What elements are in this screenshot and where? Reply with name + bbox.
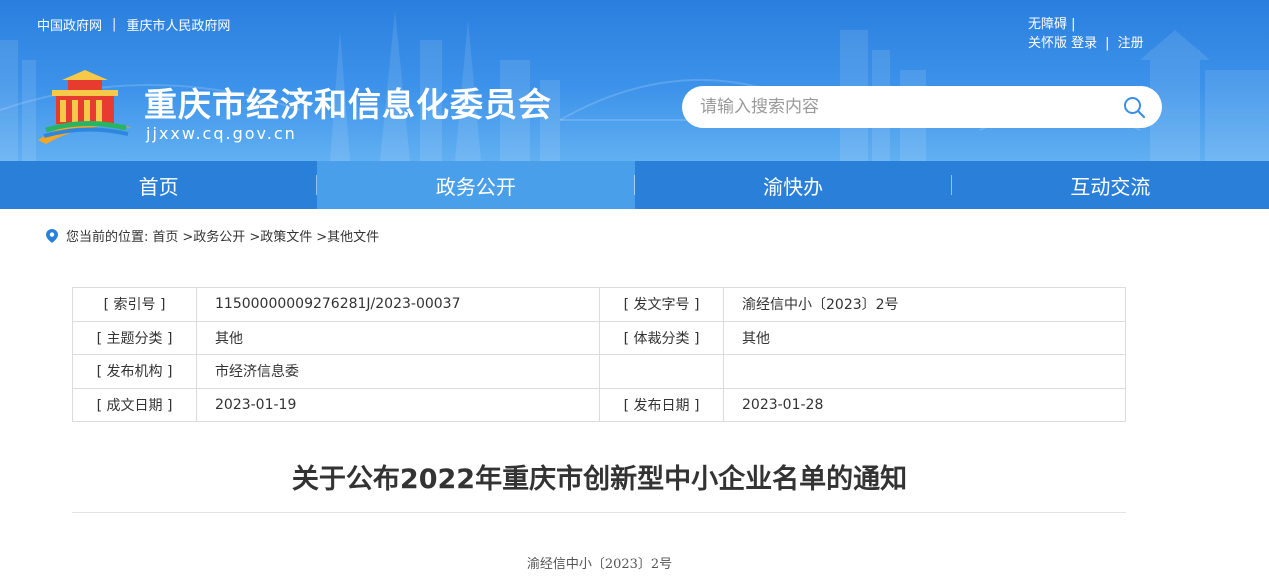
elder-mode-link[interactable]: 关怀版 (1028, 36, 1067, 51)
accessibility-link[interactable]: 无障碍 (1028, 17, 1067, 32)
label-publish-date: [ 发布日期 ] (599, 387, 724, 422)
label-written-date: [ 成文日期 ] (72, 387, 197, 422)
breadcrumb-home[interactable]: 首页 (152, 226, 178, 245)
breadcrumb: 您当前的位置: 首页 >政务公开 >政策文件 >其他文件 (46, 226, 379, 245)
divider (72, 512, 1126, 513)
link-gov-cn[interactable]: 中国政府网 (37, 15, 102, 34)
label-topic-category: [ 主题分类 ] (72, 320, 197, 355)
empty-cell (723, 354, 1126, 389)
value-index-number: 11500000009276281J/2023-00037 (196, 287, 600, 322)
separator: | (112, 17, 117, 32)
nav-label: 政务公开 (435, 174, 516, 199)
top-links: 中国政府网 | 重庆市人民政府网 (37, 15, 230, 34)
nav-home[interactable]: 首页 (0, 161, 318, 209)
link-cq-gov[interactable]: 重庆市人民政府网 (126, 15, 230, 34)
label-issuing-agency: [ 发布机构 ] (72, 354, 197, 389)
main-nav: 首页 政务公开 渝快办 互动交流 (0, 161, 1269, 209)
search-icon[interactable] (1122, 95, 1146, 119)
table-row: [ 发布机构 ] 市经济信息委 (72, 354, 1126, 389)
site-title: 重庆市经济和信息化委员会 (144, 85, 552, 124)
empty-cell (599, 354, 724, 389)
breadcrumb-government-affairs[interactable]: >政务公开 (182, 226, 245, 245)
nav-label: 首页 (138, 174, 179, 199)
nav-label: 渝快办 (763, 174, 824, 199)
label-index-number: [ 索引号 ] (72, 287, 197, 322)
location-pin-icon (46, 228, 58, 243)
header-banner: 中国政府网 | 重庆市人民政府网 无障碍 | 关怀版 登录 | 注册 重庆市经济… (0, 0, 1269, 161)
value-written-date: 2023-01-19 (196, 387, 600, 422)
document-info-table: [ 索引号 ] 11500000009276281J/2023-00037 [ … (72, 287, 1126, 422)
login-link[interactable]: 登录 (1071, 36, 1097, 51)
search-input[interactable] (700, 97, 1100, 117)
breadcrumb-prefix: 您当前的位置: (66, 230, 149, 245)
value-issuing-agency: 市经济信息委 (196, 354, 600, 389)
site-url: jjxxw.cq.gov.cn (146, 124, 297, 143)
value-topic-category: 其他 (196, 320, 600, 355)
search-bar (682, 86, 1162, 128)
site-logo-icon[interactable] (38, 70, 132, 144)
value-genre-category: 其他 (723, 320, 1126, 355)
nav-government-affairs[interactable]: 政务公开 (317, 161, 635, 209)
document-number: 渝经信中小〔2023〕2号 (526, 557, 673, 572)
breadcrumb-other-documents[interactable]: >其他文件 (316, 226, 379, 245)
nav-yukuaiban[interactable]: 渝快办 (635, 161, 952, 209)
breadcrumb-policy-documents[interactable]: >政策文件 (249, 226, 312, 245)
table-row: [ 索引号 ] 11500000009276281J/2023-00037 [ … (72, 287, 1126, 322)
label-genre-category: [ 体裁分类 ] (599, 320, 724, 355)
nav-interaction[interactable]: 互动交流 (952, 161, 1269, 209)
table-row: [ 主题分类 ] 其他 [ 体裁分类 ] 其他 (72, 320, 1126, 355)
value-publish-date: 2023-01-28 (723, 387, 1126, 422)
separator: | (1071, 17, 1076, 32)
article-title: 关于公布2022年重庆市创新型中小企业名单的通知 (291, 464, 908, 495)
register-link[interactable]: 注册 (1118, 34, 1144, 53)
separator: | (1105, 36, 1110, 51)
nav-label: 互动交流 (1070, 174, 1151, 199)
label-document-number: [ 发文字号 ] (599, 287, 724, 322)
table-row: [ 成文日期 ] 2023-01-19 [ 发布日期 ] 2023-01-28 (72, 387, 1126, 422)
user-links: 无障碍 | 关怀版 登录 | 注册 (1028, 15, 1144, 53)
value-document-number: 渝经信中小〔2023〕2号 (723, 287, 1126, 322)
